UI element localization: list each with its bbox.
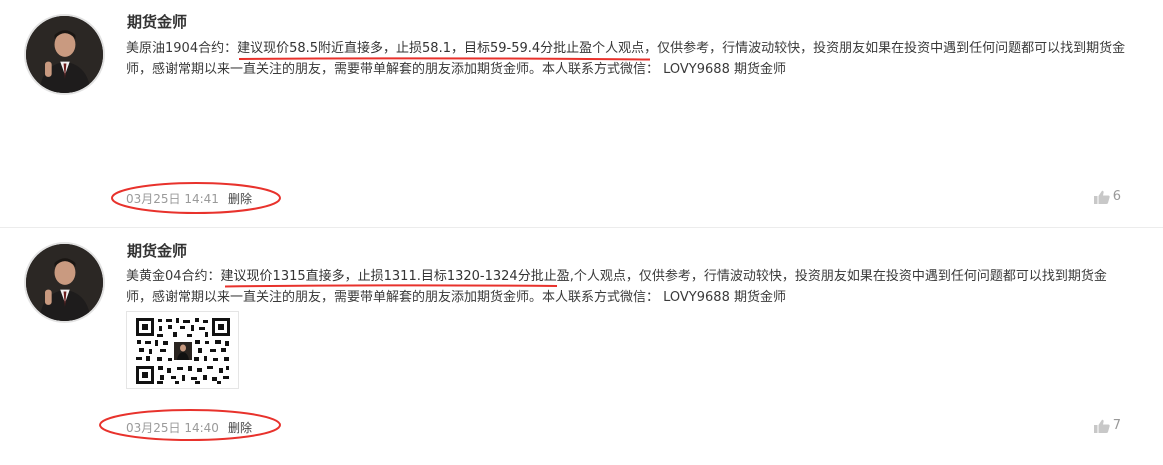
content-highlight: 建议现价1315直接多，止损1311.目标1320-1324分批止盈 bbox=[220, 269, 570, 284]
author-avatar[interactable] bbox=[24, 14, 105, 95]
user-avatar-icon bbox=[26, 244, 103, 321]
qr-code-image[interactable] bbox=[126, 311, 239, 389]
author-avatar[interactable] bbox=[24, 242, 105, 323]
post-meta: 03月25日 14:41 删除 bbox=[126, 190, 252, 207]
like-button[interactable]: 7 bbox=[1093, 418, 1121, 433]
content-prefix: 美黄金04合约： bbox=[126, 269, 221, 284]
delete-button[interactable]: 删除 bbox=[228, 192, 252, 206]
post-item: 期货金师 美原油1904合约：建议现价58.5附近直接多，止损58.1，目标59… bbox=[0, 0, 1163, 228]
post-meta: 03月25日 14:40 删除 bbox=[126, 419, 252, 436]
thumbs-up-icon bbox=[1093, 190, 1110, 204]
post-time: 03月25日 14:40 bbox=[126, 421, 219, 435]
qr-code-icon bbox=[135, 317, 231, 385]
annotation-underline bbox=[238, 57, 651, 61]
like-count: 6 bbox=[1112, 189, 1121, 204]
content-highlight: 建议现价58.5附近直接多，止损58.1，目标59-59.4分批止盈 bbox=[237, 41, 593, 56]
user-avatar-icon bbox=[26, 16, 103, 93]
annotation-underline bbox=[224, 284, 558, 288]
post-item: 期货金师 美黄金04合约：建议现价1315直接多，止损1311.目标1320-1… bbox=[0, 228, 1163, 465]
delete-button[interactable]: 删除 bbox=[228, 421, 252, 435]
like-count: 7 bbox=[1112, 418, 1121, 433]
like-button[interactable]: 6 bbox=[1093, 189, 1121, 204]
author-name[interactable]: 期货金师 bbox=[127, 11, 187, 32]
content-prefix: 美原油1904合约： bbox=[126, 41, 238, 56]
thumbs-up-icon bbox=[1093, 419, 1110, 433]
author-name[interactable]: 期货金师 bbox=[127, 240, 187, 261]
post-time: 03月25日 14:41 bbox=[126, 192, 219, 206]
